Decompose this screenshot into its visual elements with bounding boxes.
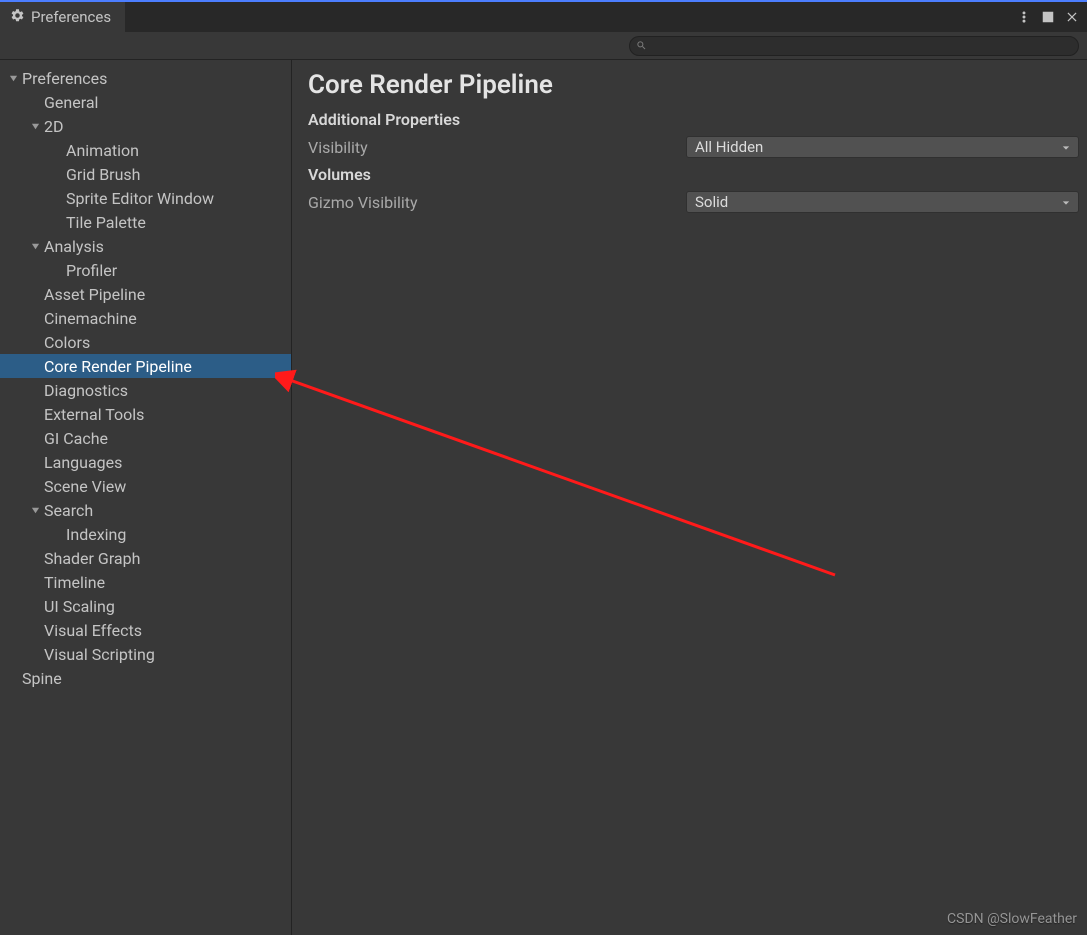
sidebar-item-search[interactable]: Search [0,498,291,522]
sidebar-item-animation[interactable]: Animation [0,138,291,162]
sidebar-item-label: Visual Scripting [42,645,155,664]
sidebar-item-indexing[interactable]: Indexing [0,522,291,546]
tab-preferences[interactable]: Preferences [0,2,126,32]
sidebar-item-gi-cache[interactable]: GI Cache [0,426,291,450]
sidebar-item-label: Search [42,501,93,520]
section-header-additional-properties: Additional Properties [308,110,1079,129]
search-icon [636,36,647,55]
sidebar-item-asset-pipeline[interactable]: Asset Pipeline [0,282,291,306]
chevron-down-icon [1062,193,1070,211]
sidebar-item-cinemachine[interactable]: Cinemachine [0,306,291,330]
property-row: Gizmo Visibility Solid [308,190,1079,214]
search-box[interactable] [629,36,1079,56]
sidebar-item-diagnostics[interactable]: Diagnostics [0,378,291,402]
sidebar-item-label: Spine [20,669,62,688]
sidebar-item-tile-palette[interactable]: Tile Palette [0,210,291,234]
gizmo-visibility-dropdown[interactable]: Solid [686,191,1079,213]
sidebar-item-label: Grid Brush [64,165,140,184]
search-input[interactable] [651,39,1072,53]
sidebar-item-timeline[interactable]: Timeline [0,570,291,594]
sidebar-item-2d[interactable]: 2D [0,114,291,138]
sidebar-item-ui-scaling[interactable]: UI Scaling [0,594,291,618]
sidebar-item-sprite-editor-window[interactable]: Sprite Editor Window [0,186,291,210]
sidebar-item-label: External Tools [42,405,144,424]
sidebar-item-label: Core Render Pipeline [42,357,192,376]
expand-arrow-icon[interactable] [6,74,20,83]
sidebar-item-label: Shader Graph [42,549,140,568]
content-panel: Core Render Pipeline Additional Properti… [292,60,1087,935]
sidebar-item-label: Sprite Editor Window [64,189,214,208]
sidebar-item-spine[interactable]: Spine [0,666,291,690]
watermark: CSDN @SlowFeather [947,911,1077,927]
expand-arrow-icon[interactable] [28,122,42,131]
sidebar-item-label: Asset Pipeline [42,285,145,304]
sidebar-item-languages[interactable]: Languages [0,450,291,474]
sidebar-item-preferences[interactable]: Preferences [0,66,291,90]
sidebar-item-label: Preferences [20,69,107,88]
sidebar-item-label: Tile Palette [64,213,146,232]
sidebar-item-visual-effects[interactable]: Visual Effects [0,618,291,642]
sidebar-item-profiler[interactable]: Profiler [0,258,291,282]
sidebar-item-external-tools[interactable]: External Tools [0,402,291,426]
sidebar-item-label: Visual Effects [42,621,142,640]
sidebar-item-label: Scene View [42,477,126,496]
expand-arrow-icon[interactable] [28,242,42,251]
sidebar-item-visual-scripting[interactable]: Visual Scripting [0,642,291,666]
dropdown-value: Solid [695,193,728,211]
tab-bar-spacer [126,2,1017,32]
sidebar-item-colors[interactable]: Colors [0,330,291,354]
dropdown-value: All Hidden [695,138,763,156]
sidebar-item-label: General [42,93,98,112]
section-header-volumes: Volumes [308,165,1079,184]
sidebar-item-label: 2D [42,117,64,136]
sidebar: Preferences General 2DAnimation Grid Brush S… [0,60,292,935]
visibility-dropdown[interactable]: All Hidden [686,136,1079,158]
sidebar-item-grid-brush[interactable]: Grid Brush [0,162,291,186]
tab-title: Preferences [31,8,111,26]
sidebar-item-label: Analysis [42,237,104,256]
sidebar-item-label: Animation [64,141,139,160]
sidebar-item-label: Timeline [42,573,105,592]
sidebar-item-label: UI Scaling [42,597,115,616]
sidebar-item-label: Indexing [64,525,126,544]
expand-arrow-icon[interactable] [28,506,42,515]
sidebar-item-label: Diagnostics [42,381,128,400]
close-icon[interactable] [1065,10,1079,24]
chevron-down-icon [1062,138,1070,156]
property-label-visibility: Visibility [308,138,686,157]
title-bar: Preferences [0,0,1087,32]
sidebar-item-label: GI Cache [42,429,108,448]
maximize-icon[interactable] [1041,10,1055,24]
property-label-gizmo-visibility: Gizmo Visibility [308,193,686,212]
kebab-menu-icon[interactable] [1017,10,1031,24]
sidebar-item-label: Profiler [64,261,117,280]
sidebar-item-label: Colors [42,333,90,352]
sidebar-item-core-render-pipeline[interactable]: Core Render Pipeline [0,354,291,378]
property-row: Visibility All Hidden [308,135,1079,159]
sidebar-item-label: Cinemachine [42,309,137,328]
sidebar-item-general[interactable]: General [0,90,291,114]
toolbar [0,32,1087,60]
sidebar-item-shader-graph[interactable]: Shader Graph [0,546,291,570]
sidebar-item-label: Languages [42,453,122,472]
sidebar-item-scene-view[interactable]: Scene View [0,474,291,498]
sidebar-item-analysis[interactable]: Analysis [0,234,291,258]
page-title: Core Render Pipeline [308,70,1079,100]
gear-icon [10,8,25,27]
